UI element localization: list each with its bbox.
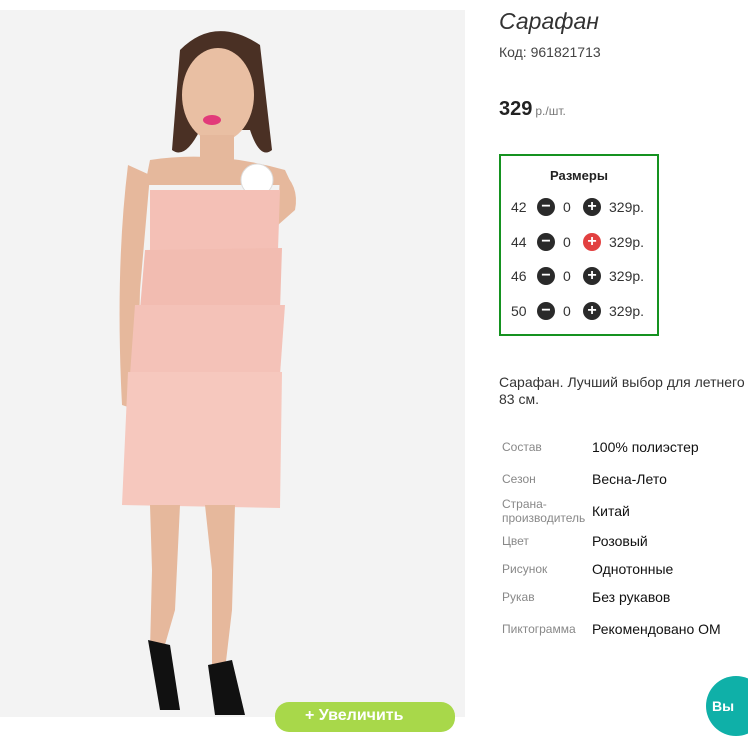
plus-icon[interactable]: +	[583, 302, 601, 320]
sizes-panel: Размеры 42 − 0 + 329р. 44 − 0 + 329р. 46…	[499, 154, 659, 336]
property-row: Страна-производитель Китай	[502, 495, 742, 527]
size-price: 329р.	[609, 268, 645, 284]
chat-button[interactable]: Вы	[706, 676, 748, 736]
property-value: 100% полиэстер	[592, 438, 699, 455]
price-value: 329	[499, 98, 533, 120]
plus-icon[interactable]: +	[583, 233, 601, 251]
product-title: Сарафан	[499, 8, 599, 34]
size-price: 329р.	[609, 303, 645, 319]
dress-model-image	[0, 10, 465, 717]
minus-icon[interactable]: −	[537, 302, 555, 320]
property-value: Без рукавов	[592, 589, 671, 605]
size-label: 42	[511, 199, 527, 215]
property-key: Рисунок	[502, 562, 548, 576]
size-row: 50 − 0 + 329р.	[501, 299, 657, 323]
property-row: Пиктограмма Рекомендовано ОМ	[502, 611, 742, 647]
property-key: Сезон	[502, 472, 536, 486]
property-key: Состав	[502, 439, 542, 454]
product-price: 329 р./шт.	[499, 98, 566, 121]
property-key: Пиктограмма	[502, 622, 576, 636]
size-label: 50	[511, 303, 527, 319]
minus-icon[interactable]: −	[537, 233, 555, 251]
plus-icon[interactable]: +	[583, 198, 601, 216]
quantity-value: 0	[563, 268, 571, 284]
price-unit: р./шт.	[535, 104, 566, 118]
property-value: Розовый	[592, 533, 648, 549]
minus-icon[interactable]: −	[537, 198, 555, 216]
property-row: Состав 100% полиэстер	[502, 430, 742, 463]
size-label: 46	[511, 268, 527, 284]
property-value: Китай	[592, 503, 630, 519]
product-photo[interactable]	[0, 10, 465, 717]
size-price: 329р.	[609, 234, 645, 250]
add-to-cart-button[interactable]: + Увеличить	[275, 702, 455, 732]
quantity-value: 0	[563, 199, 571, 215]
property-row: Цвет Розовый	[502, 527, 742, 555]
quantity-value: 0	[563, 303, 571, 319]
size-price: 329р.	[609, 199, 645, 215]
property-row: Рисунок Однотонные	[502, 555, 742, 583]
minus-icon[interactable]: −	[537, 267, 555, 285]
size-label: 44	[511, 234, 527, 250]
plus-icon[interactable]: +	[583, 267, 601, 285]
property-key: Цвет	[502, 534, 529, 548]
size-row: 46 − 0 + 329р.	[501, 264, 657, 288]
property-value: Весна-Лето	[592, 471, 667, 487]
size-row: 44 − 0 + 329р.	[501, 230, 657, 254]
product-description: Сарафан. Лучший выбор для летнего 83 см.	[499, 374, 745, 407]
property-row: Рукав Без рукавов	[502, 583, 742, 611]
property-value: Однотонные	[592, 561, 674, 577]
sizes-title: Размеры	[550, 168, 608, 183]
property-row: Сезон Весна-Лето	[502, 463, 742, 495]
property-value: Рекомендовано ОМ	[592, 621, 721, 637]
product-code: Код: 961821713	[499, 44, 601, 60]
size-row: 42 − 0 + 329р.	[501, 195, 657, 219]
quantity-value: 0	[563, 234, 571, 250]
property-key: Страна-производитель	[502, 497, 586, 525]
product-properties: Состав 100% полиэстер Сезон Весна-Лето С…	[502, 430, 742, 647]
property-key: Рукав	[502, 590, 535, 604]
